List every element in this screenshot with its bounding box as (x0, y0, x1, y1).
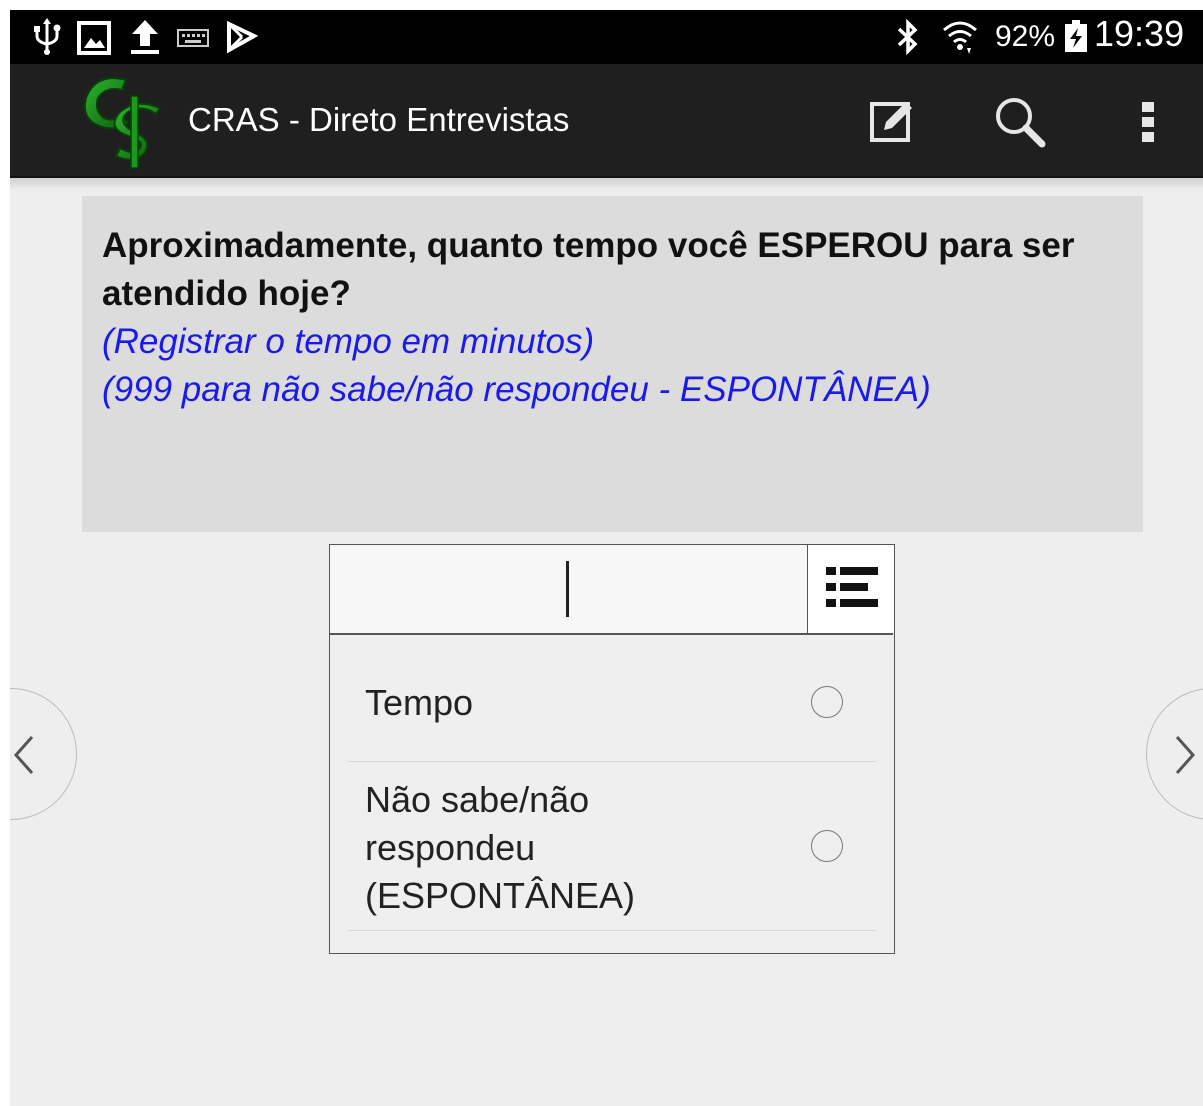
option-label-line: (ESPONTÂNEA) (365, 875, 636, 916)
cs-logo (76, 70, 172, 170)
edit-button[interactable] (862, 92, 922, 152)
chevron-right-icon (1175, 736, 1196, 774)
battery-percent: 92% (995, 20, 1056, 53)
option-nao-sabe[interactable]: Não sabe/não respondeu (ESPONTÂNEA) (348, 762, 876, 931)
overflow-menu-button[interactable] (1118, 92, 1178, 152)
answer-widget: Tempo Não sabe/não respondeu (ESPONTÂNEA… (329, 544, 895, 954)
search-icon (996, 98, 1046, 148)
edit-icon (870, 92, 922, 142)
question-hint-minutes: (Registrar o tempo em minutos) (102, 322, 595, 361)
question-title: Aproximadamente, quanto tempo você ESPER… (102, 226, 1075, 313)
wifi-icon (940, 18, 980, 61)
radio-tempo[interactable] (811, 686, 843, 718)
radio-nao-sabe[interactable] (811, 830, 843, 862)
upload-icon (128, 18, 162, 61)
option-label: Tempo (365, 682, 474, 723)
keyboard-icon (176, 18, 210, 61)
option-tempo[interactable]: Tempo (348, 635, 876, 762)
app-title: CRAS - Direto Entrevistas (188, 101, 570, 138)
option-label-line: respondeu (365, 827, 536, 868)
search-button[interactable] (990, 92, 1050, 152)
usb-icon (32, 18, 62, 61)
chevron-left-icon (13, 736, 34, 774)
app-screen: 92% 19:39 CRAS - Direto Entrevistas Apro… (10, 10, 1203, 1106)
overflow-menu-icon (1142, 102, 1154, 142)
question-card: Aproximadamente, quanto tempo você ESPER… (82, 196, 1143, 532)
next-button[interactable] (1146, 688, 1203, 820)
store-icon (224, 18, 259, 61)
options-list-button[interactable] (807, 545, 894, 633)
previous-button[interactable] (10, 688, 77, 820)
list-icon (826, 567, 878, 607)
action-bar: CRAS - Direto Entrevistas (10, 64, 1203, 178)
battery-charging-icon (1064, 18, 1088, 61)
status-bar: 92% 19:39 (10, 10, 1203, 64)
option-label-line: Não sabe/não (365, 779, 590, 820)
text-cursor (566, 561, 569, 617)
clock: 19:39 (1094, 13, 1185, 54)
action-bar-shadow (10, 178, 1203, 190)
screenshot-icon (76, 18, 112, 61)
question-hint-dont-know: (999 para não sabe/não respondeu - ESPON… (102, 370, 931, 409)
bluetooth-icon (894, 18, 922, 61)
